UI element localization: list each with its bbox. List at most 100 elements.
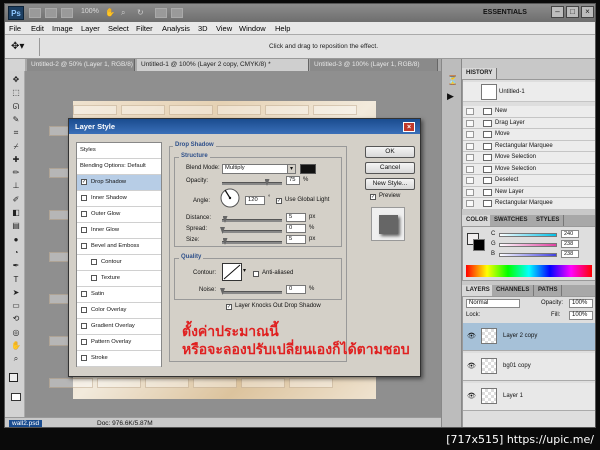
healing-brush-tool-icon[interactable]: ✚: [10, 155, 22, 165]
style-item-pattern-overlay[interactable]: Pattern Overlay: [77, 335, 161, 351]
style-item-stroke[interactable]: Stroke: [77, 351, 161, 367]
style-item-blending-options-default[interactable]: Blending Options: Default: [77, 159, 161, 175]
view-extras-icon[interactable]: [61, 8, 73, 18]
opacity-slider[interactable]: [222, 179, 282, 186]
move-tool-icon[interactable]: ✥: [10, 75, 22, 85]
spread-slider[interactable]: [220, 227, 282, 234]
size-input[interactable]: 5: [286, 235, 306, 244]
marquee-tool-icon[interactable]: ⬚: [10, 88, 22, 98]
preview-checkbox[interactable]: ✓: [370, 194, 376, 200]
zoom-level[interactable]: 100%: [81, 8, 99, 15]
color-spectrum-ramp[interactable]: [466, 265, 592, 277]
new-style-button[interactable]: New Style...: [365, 178, 415, 190]
history-source-checkbox[interactable]: [466, 108, 474, 115]
tab-layers[interactable]: LAYERS: [462, 285, 495, 296]
style-checkbox[interactable]: [81, 243, 87, 249]
doc-tab-3[interactable]: Untitled-3 @ 100% (Layer 1, RGB/8): [310, 59, 438, 71]
style-checkbox[interactable]: [81, 339, 87, 345]
hand-tool-icon[interactable]: ✋: [10, 341, 22, 351]
maximize-button[interactable]: □: [566, 6, 579, 18]
dodge-tool-icon[interactable]: ◔: [10, 248, 22, 258]
style-item-inner-shadow[interactable]: Inner Shadow: [77, 191, 161, 207]
history-source-checkbox[interactable]: [466, 177, 474, 184]
clone-stamp-tool-icon[interactable]: ⊥: [10, 181, 22, 191]
path-select-tool-icon[interactable]: ➤: [10, 288, 22, 298]
quick-mask-icon[interactable]: [11, 393, 21, 401]
visibility-eye-icon[interactable]: 👁: [467, 392, 476, 400]
dialog-close-button[interactable]: ×: [403, 122, 415, 132]
style-checkbox[interactable]: ✓: [81, 179, 87, 185]
bridge-icon[interactable]: [29, 8, 41, 18]
layer-row[interactable]: 👁 Layer 1: [463, 383, 595, 411]
global-light-checkbox[interactable]: ✓: [276, 198, 282, 204]
doc-tab-2[interactable]: Untitled-1 @ 100% (Layer 2 copy, CMYK/8)…: [137, 59, 309, 71]
history-source-checkbox[interactable]: [466, 165, 474, 173]
distance-slider[interactable]: [222, 216, 282, 223]
cancel-button[interactable]: Cancel: [365, 162, 415, 174]
channel-slider[interactable]: [499, 253, 557, 257]
style-item-styles[interactable]: Styles: [77, 143, 161, 159]
pen-tool-icon[interactable]: ✒: [10, 261, 22, 271]
visibility-eye-icon[interactable]: 👁: [467, 362, 476, 370]
opacity-slider-handle[interactable]: [264, 179, 270, 186]
channel-value-input[interactable]: 240: [561, 230, 579, 238]
zoom-tool-icon[interactable]: ⌕: [10, 354, 22, 364]
history-source-checkbox[interactable]: [466, 188, 474, 196]
history-source-checkbox[interactable]: [466, 154, 474, 161]
minimize-button[interactable]: –: [551, 6, 564, 18]
style-item-gradient-overlay[interactable]: Gradient Overlay: [77, 319, 161, 335]
contour-chevron-down-icon[interactable]: ▾: [243, 267, 246, 274]
history-source-checkbox[interactable]: [466, 119, 474, 127]
history-source-checkbox[interactable]: [466, 200, 474, 207]
3d-rotate-tool-icon[interactable]: ⟲: [10, 314, 22, 324]
tab-color[interactable]: COLOR: [462, 215, 493, 226]
history-item[interactable]: Drag Layer: [463, 117, 595, 129]
menu-image[interactable]: Image: [52, 24, 73, 33]
hand-tool-icon[interactable]: ✋: [105, 8, 115, 17]
anti-aliased-checkbox[interactable]: [253, 271, 259, 277]
channel-value-input[interactable]: 238: [561, 250, 579, 258]
visibility-eye-icon[interactable]: 👁: [467, 332, 476, 340]
background-color-swatch[interactable]: [473, 239, 485, 251]
history-item[interactable]: Rectangular Marquee: [463, 140, 595, 152]
style-item-satin[interactable]: Satin: [77, 287, 161, 303]
noise-slider[interactable]: [220, 288, 282, 295]
distance-slider-handle[interactable]: [222, 216, 228, 223]
style-checkbox[interactable]: [81, 195, 87, 201]
foreground-color-tool[interactable]: [9, 373, 18, 382]
style-checkbox[interactable]: [81, 227, 87, 233]
tab-swatches[interactable]: SWATCHES: [490, 215, 533, 226]
menu-3d[interactable]: 3D: [198, 24, 208, 33]
brush-tool-icon[interactable]: ✏: [10, 168, 22, 178]
size-slider-handle[interactable]: [222, 238, 228, 245]
style-item-drop-shadow[interactable]: ✓ Drop Shadow: [77, 175, 161, 191]
3d-camera-tool-icon[interactable]: ◎: [10, 328, 22, 338]
move-tool-preset-icon[interactable]: ✥▾: [11, 41, 24, 52]
channel-value-input[interactable]: 238: [561, 240, 579, 248]
history-item[interactable]: Rectangular Marquee: [463, 198, 595, 210]
spread-input[interactable]: 0: [286, 224, 306, 233]
close-window-button[interactable]: ×: [581, 6, 594, 18]
history-source-checkbox[interactable]: [466, 142, 474, 150]
arrange-documents-icon[interactable]: [155, 8, 167, 18]
style-item-contour[interactable]: Contour: [77, 255, 161, 271]
style-item-outer-glow[interactable]: Outer Glow: [77, 207, 161, 223]
layer-fill-input[interactable]: 100%: [569, 311, 593, 320]
quick-select-tool-icon[interactable]: ✎: [10, 115, 22, 125]
style-checkbox[interactable]: [91, 259, 97, 265]
blend-mode-chevron-down-icon[interactable]: ▾: [287, 164, 296, 174]
history-snapshot[interactable]: Untitled-1: [463, 82, 595, 102]
blend-mode-select[interactable]: Multiply: [222, 164, 292, 174]
tab-styles[interactable]: STYLES: [532, 215, 565, 226]
channel-slider[interactable]: [499, 243, 557, 247]
opacity-input[interactable]: 75: [286, 176, 300, 185]
history-item[interactable]: New Layer: [463, 186, 595, 198]
eyedropper-tool-icon[interactable]: ⌿: [10, 142, 22, 152]
rotate-view-icon[interactable]: ↻: [137, 8, 144, 17]
eraser-tool-icon[interactable]: ◧: [10, 208, 22, 218]
layer-opacity-input[interactable]: 100%: [569, 299, 593, 308]
menu-view[interactable]: View: [216, 24, 232, 33]
history-source-checkbox[interactable]: [466, 131, 474, 138]
channel-slider[interactable]: [499, 233, 557, 237]
screen-mode-icon[interactable]: [171, 8, 183, 18]
